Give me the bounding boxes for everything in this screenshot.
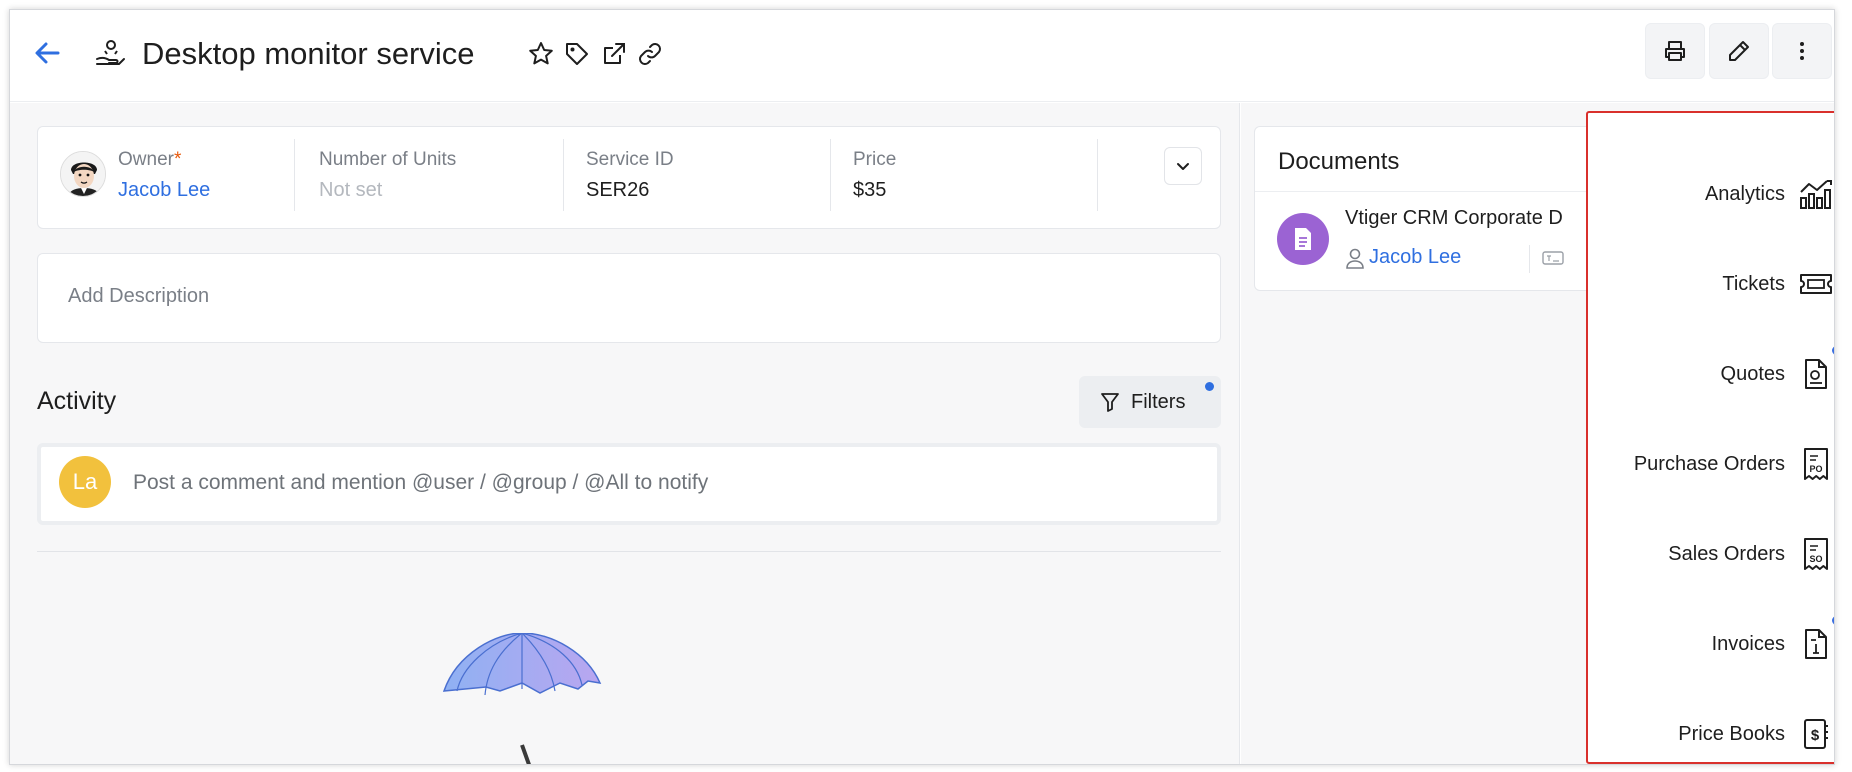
service-id-label: Service ID <box>586 149 674 170</box>
price-label: Price <box>853 149 897 170</box>
menu-item-label: Purchase Orders <box>1633 452 1785 475</box>
star-icon[interactable] <box>527 40 555 68</box>
main-panel: Owner* Jacob Lee Number of Units Not set… <box>10 103 1240 764</box>
user-icon <box>1346 248 1364 269</box>
owner-avatar <box>60 151 106 197</box>
service-id-value[interactable]: SER26 <box>586 179 674 202</box>
menu-item-quotes[interactable]: Quotes <box>1595 346 1834 399</box>
price-value[interactable]: $35 <box>853 179 896 202</box>
document-owner-name: Jacob Lee <box>1369 246 1462 268</box>
menu-item-purchase-orders[interactable]: Purchase Orders PO <box>1595 439 1834 489</box>
expand-summary-button[interactable] <box>1164 147 1202 185</box>
price-field[interactable]: Price $35 <box>853 149 896 202</box>
svg-text:$: $ <box>1811 727 1820 744</box>
filter-active-dot <box>1205 382 1214 391</box>
more-options-menu: Analytics Tickets Quotes Purchase Orders… <box>1586 111 1834 764</box>
print-button[interactable] <box>1645 23 1705 79</box>
field-divider <box>830 139 831 211</box>
units-label: Number of Units <box>319 149 457 170</box>
menu-item-invoices[interactable]: Invoices <box>1595 616 1834 669</box>
ticket-icon <box>1797 265 1834 303</box>
description-box[interactable]: Add Description <box>37 253 1221 343</box>
more-options-button[interactable] <box>1772 23 1832 79</box>
filter-icon <box>1101 393 1119 412</box>
sales-order-icon: SO <box>1797 535 1834 573</box>
service-icon <box>96 40 125 65</box>
svg-text:PO: PO <box>1809 464 1822 474</box>
activity-divider <box>37 551 1221 552</box>
notification-dot <box>1832 346 1834 355</box>
tag-icon[interactable] <box>563 40 591 68</box>
invoice-icon <box>1797 625 1834 663</box>
analytics-icon <box>1797 175 1834 213</box>
edit-button[interactable] <box>1709 23 1769 79</box>
open-external-icon[interactable] <box>600 40 628 68</box>
owner-value[interactable]: Jacob Lee <box>118 179 210 202</box>
owner-label: Owner <box>118 149 174 170</box>
purchase-order-icon: PO <box>1797 445 1834 483</box>
menu-item-label: Analytics <box>1704 182 1785 205</box>
menu-item-label: Invoices <box>1711 632 1785 655</box>
document-name[interactable]: Vtiger CRM Corporate D <box>1345 207 1563 230</box>
menu-item-label: Quotes <box>1720 362 1785 385</box>
owner-field: Owner* Jacob Lee <box>118 149 210 202</box>
summary-card: Owner* Jacob Lee Number of Units Not set… <box>37 126 1221 229</box>
umbrella-illustration <box>442 633 602 764</box>
document-icon <box>1277 213 1329 265</box>
menu-item-label: Sales Orders <box>1668 542 1785 565</box>
menu-item-sales-orders[interactable]: Sales Orders SO <box>1595 529 1834 579</box>
more-vertical-icon <box>1800 42 1804 60</box>
document-type-icon <box>1542 251 1564 265</box>
app-window: Desktop monitor service Owner* Jacob Lee… <box>9 9 1835 765</box>
comment-input[interactable] <box>133 463 1193 503</box>
price-book-icon: $ <box>1797 715 1834 753</box>
record-header: Desktop monitor service <box>10 10 1834 102</box>
field-divider <box>563 139 564 211</box>
service-id-field[interactable]: Service ID SER26 <box>586 149 674 202</box>
description-placeholder: Add Description <box>68 285 210 307</box>
notification-dot <box>1832 616 1834 625</box>
document-owner[interactable]: Jacob Lee <box>1345 246 1461 269</box>
document-meta-divider <box>1529 245 1530 273</box>
user-avatar: La <box>59 456 111 508</box>
printer-icon <box>1665 41 1685 61</box>
menu-item-label: Price Books <box>1678 722 1785 745</box>
svg-text:SO: SO <box>1809 554 1822 564</box>
menu-item-analytics[interactable]: Analytics <box>1595 169 1834 219</box>
menu-item-price-books[interactable]: Price Books $ <box>1595 709 1834 759</box>
menu-item-label: Tickets <box>1722 272 1785 295</box>
units-field[interactable]: Number of Units Not set <box>319 149 456 202</box>
chevron-down-icon <box>1177 163 1189 170</box>
documents-title: Documents <box>1278 148 1400 175</box>
activity-title: Activity <box>37 387 117 415</box>
filters-button[interactable]: Filters <box>1079 376 1221 428</box>
filters-label: Filters <box>1131 390 1186 413</box>
pencil-icon <box>1729 41 1749 61</box>
back-arrow-icon[interactable] <box>32 38 62 68</box>
required-marker: * <box>173 149 182 170</box>
menu-item-tickets[interactable]: Tickets <box>1595 259 1834 309</box>
quote-icon <box>1797 355 1834 393</box>
field-divider <box>1097 139 1098 211</box>
comment-box: La <box>37 443 1221 525</box>
page-title: Desktop monitor service <box>142 36 475 71</box>
field-divider <box>294 139 295 211</box>
link-icon[interactable] <box>636 40 664 68</box>
units-value[interactable]: Not set <box>319 179 456 202</box>
